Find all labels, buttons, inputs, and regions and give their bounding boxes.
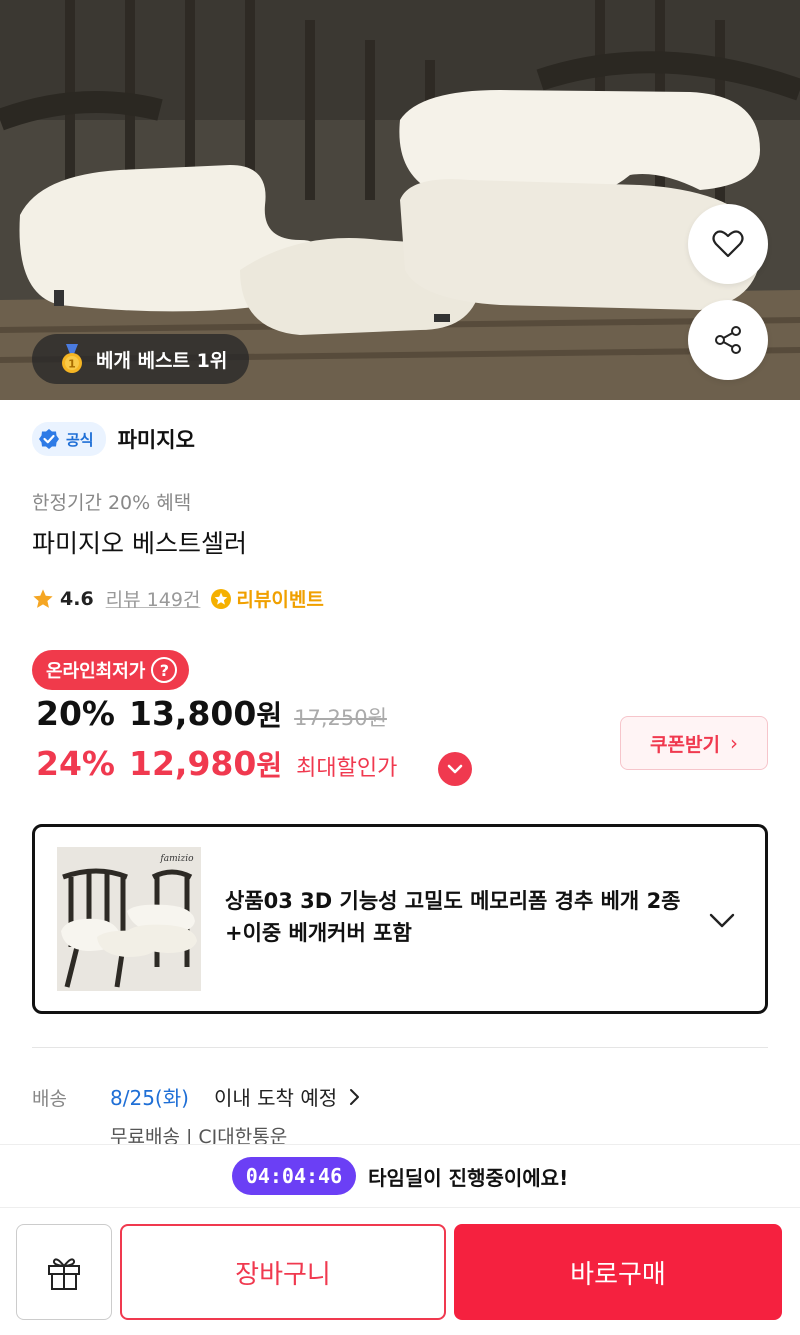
section-divider — [32, 1047, 768, 1048]
rating-row: 4.6 리뷰 149건 리뷰이벤트 — [32, 585, 324, 612]
verified-check-icon — [39, 429, 59, 449]
option-selector[interactable]: famizio 상품03 3D 기능성 고밀도 메모리폼 경추 베개 2종+이중… — [32, 824, 768, 1014]
shipping-label: 배송 — [32, 1088, 67, 1110]
original-price: 17,250원 — [294, 706, 387, 730]
help-question-icon[interactable]: ? — [151, 657, 178, 683]
max-discount-label: 최대할인가 — [296, 756, 398, 781]
shipping-date[interactable]: 8/25(화) — [110, 1082, 189, 1111]
coupon-button-label: 쿠폰받기 — [650, 733, 720, 756]
lowest-badge-label: 온라인최저가 — [46, 661, 146, 682]
heart-icon — [712, 230, 744, 258]
rank-badge-label: 베개 베스트 1위 — [96, 349, 228, 372]
chevron-right-icon: › — [729, 731, 738, 755]
chevron-down-icon[interactable] — [438, 752, 472, 786]
option-thumbnail-image: famizio — [57, 847, 201, 991]
add-to-cart-button[interactable]: 장바구니 — [120, 1224, 446, 1320]
svg-text:1: 1 — [68, 358, 76, 371]
sale-price-row: 20% 13,800 원 17,250원 — [36, 694, 387, 734]
chevron-right-icon — [350, 1088, 360, 1105]
product-hero-image[interactable]: 1 베개 베스트 1위 — [0, 0, 800, 400]
thumb-brand-text: famizio — [159, 854, 194, 864]
medal-icon: 1 — [62, 344, 82, 373]
timedeal-text: 타임딜이 진행중이에요! — [368, 1165, 569, 1190]
get-coupon-button[interactable]: 쿠폰받기 › — [620, 716, 768, 770]
option-text: 상품03 3D 기능성 고밀도 메모리폼 경추 베개 2종+이중 베개커버 포함 — [225, 889, 681, 945]
sale-percent: 20% — [36, 694, 115, 733]
product-title: 파미지오 베스트셀러 — [32, 529, 247, 558]
official-label: 공식 — [66, 430, 94, 449]
review-count-link[interactable]: 리뷰 149건 — [106, 585, 201, 612]
online-lowest-price-badge[interactable]: 온라인최저가 ? — [32, 650, 190, 690]
brand-row[interactable]: 공식 파미지오 — [32, 422, 195, 456]
option-thumbnail: famizio — [57, 847, 201, 991]
shipping-sub: 무료배송 | CJ대한통운 — [110, 1126, 288, 1144]
shipping-eta-text: 이내 도착 예정 — [214, 1086, 338, 1110]
sale-amount: 13,800 — [129, 694, 257, 733]
max-discount-percent: 24% — [36, 744, 115, 783]
timedeal-countdown: 04:04:46 — [231, 1157, 357, 1195]
review-event-link[interactable]: 리뷰이벤트 — [210, 585, 324, 612]
max-discount-row: 24% 12,980 원 최대할인가 — [36, 744, 397, 784]
chevron-down-glyph — [447, 764, 463, 774]
like-button[interactable] — [688, 204, 768, 284]
brand-name[interactable]: 파미지오 — [118, 424, 195, 454]
share-icon — [715, 326, 741, 354]
best-rank-badge: 1 베개 베스트 1위 — [32, 334, 250, 384]
gift-button[interactable] — [16, 1224, 112, 1320]
max-discount-amount: 12,980 — [129, 744, 257, 783]
gift-icon — [48, 1258, 80, 1290]
timedeal-bar: 04:04:46 타임딜이 진행중이에요! — [0, 1144, 800, 1208]
sale-currency: 원 — [256, 699, 283, 732]
max-discount-currency: 원 — [256, 749, 283, 782]
rating-value: 4.6 — [60, 587, 94, 610]
share-button[interactable] — [688, 300, 768, 380]
chevron-down-icon — [709, 913, 735, 928]
shipping-eta[interactable]: 이내 도착 예정 — [214, 1082, 361, 1111]
promo-text: 한정기간 20% 혜택 — [32, 492, 192, 514]
buy-now-button[interactable]: 바로구매 — [454, 1224, 782, 1320]
official-badge: 공식 — [32, 422, 106, 456]
review-event-label: 리뷰이벤트 — [236, 589, 324, 611]
event-star-icon — [211, 588, 232, 609]
star-icon — [33, 588, 53, 608]
